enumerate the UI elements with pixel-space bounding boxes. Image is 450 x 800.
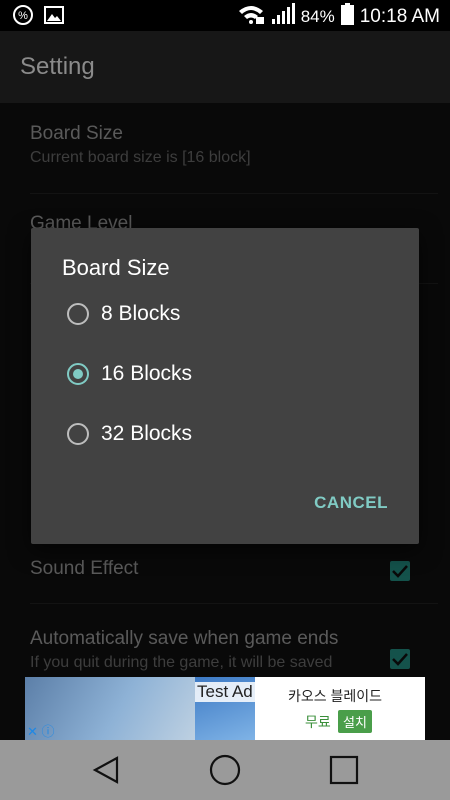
signal-icon — [271, 3, 295, 30]
svg-text:%: % — [18, 10, 28, 22]
status-bar: % 84% 10:18 AM — [0, 0, 450, 31]
page-title: Setting — [20, 53, 95, 80]
ad-install-button[interactable]: 설치 — [338, 710, 372, 733]
option-label: 32 Blocks — [101, 422, 193, 445]
option-16-blocks[interactable]: 16 Blocks — [67, 354, 192, 394]
option-label: 8 Blocks — [101, 302, 181, 325]
battery-icon — [340, 3, 354, 30]
radio-8-blocks[interactable] — [67, 303, 89, 325]
navigation-bar — [0, 740, 450, 800]
option-8-blocks[interactable]: 8 Blocks — [67, 294, 180, 334]
battery-percent: 84% — [300, 6, 335, 26]
home-icon[interactable] — [205, 752, 245, 788]
option-label: 16 Blocks — [101, 362, 193, 385]
option-32-blocks[interactable]: 32 Blocks — [67, 414, 192, 454]
app-bar: Setting — [0, 31, 450, 103]
ad-app-name: 카오스 블레이드 — [288, 688, 383, 704]
wifi-lock-icon — [237, 3, 265, 30]
clock: 10:18 AM — [359, 5, 440, 27]
radio-32-blocks[interactable] — [67, 423, 89, 445]
image-notification-icon — [44, 6, 64, 29]
ad-test-label: Test Ad — [195, 682, 255, 702]
back-icon[interactable] — [86, 752, 126, 788]
board-size-dialog: Board Size 8 Blocks 16 Blocks 32 Blocks … — [31, 228, 419, 544]
dialog-title: Board Size — [62, 255, 170, 280]
radio-16-blocks[interactable] — [67, 363, 89, 385]
ad-price: 무료 — [305, 714, 331, 730]
cancel-button[interactable]: CANCEL — [314, 493, 388, 513]
percent-notification-icon: % — [12, 4, 34, 31]
recents-icon[interactable] — [324, 752, 364, 788]
ad-banner[interactable]: Test Ad 카오스 블레이드 무료 설치 ✕ ⓘ — [25, 677, 425, 740]
ad-choices-icon[interactable]: ✕ ⓘ — [27, 721, 55, 740]
